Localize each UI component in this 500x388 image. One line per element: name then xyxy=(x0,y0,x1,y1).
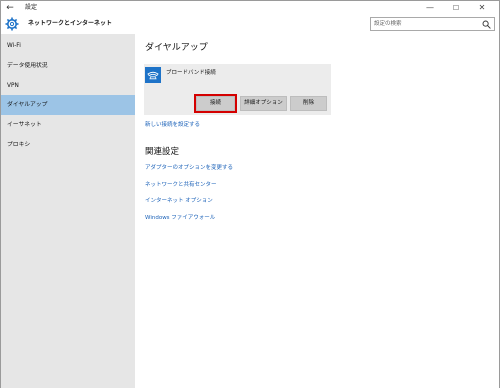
network-sharing-center-link[interactable]: ネットワークと共有センター xyxy=(145,181,217,189)
connection-name: ブロードバンド接続 xyxy=(166,70,216,76)
page-title: ネットワークとインターネット xyxy=(28,20,113,27)
dialup-heading: ダイヤルアップ xyxy=(145,43,208,53)
close-button[interactable]: ✕ xyxy=(469,1,495,15)
sidebar: Wi-Fi データ使用状況 VPN ダイヤルアップ イーサネット プロキシ xyxy=(1,34,135,388)
gear-icon xyxy=(5,17,19,31)
title-bar: ← 設定 — ☐ ✕ xyxy=(1,1,499,15)
adapter-options-link[interactable]: アダプターのオプションを変更する xyxy=(145,164,233,172)
connect-button[interactable]: 接続 xyxy=(194,94,237,113)
sidebar-item-wifi[interactable]: Wi-Fi xyxy=(1,36,135,56)
advanced-options-button[interactable]: 詳細オプション xyxy=(240,96,287,111)
internet-options-link[interactable]: インターネット オプション xyxy=(145,197,213,205)
window-title: 設定 xyxy=(25,4,38,11)
search-input[interactable] xyxy=(374,18,478,30)
sidebar-item-proxy[interactable]: プロキシ xyxy=(1,135,135,155)
sidebar-item-vpn[interactable]: VPN xyxy=(1,76,135,96)
windows-firewall-link[interactable]: Windows ファイアウォール xyxy=(145,214,215,222)
dialup-phone-icon xyxy=(145,67,161,83)
back-arrow-icon[interactable]: ← xyxy=(3,1,17,15)
header: ネットワークとインターネット xyxy=(1,15,499,33)
delete-button[interactable]: 削除 xyxy=(290,96,327,111)
related-settings-heading: 関連設定 xyxy=(145,147,180,157)
search-icon xyxy=(482,20,491,29)
sidebar-item-dialup[interactable]: ダイヤルアップ xyxy=(1,95,135,115)
sidebar-item-ethernet[interactable]: イーサネット xyxy=(1,115,135,135)
settings-window: ← 設定 — ☐ ✕ ネットワークとインターネット 設定の検索 Wi-Fi デー… xyxy=(0,0,500,388)
maximize-button[interactable]: ☐ xyxy=(443,1,469,15)
minimize-button[interactable]: — xyxy=(417,1,443,15)
sidebar-item-data-usage[interactable]: データ使用状況 xyxy=(1,56,135,76)
new-connection-link[interactable]: 新しい接続を設定する xyxy=(145,121,200,129)
search-box[interactable] xyxy=(370,17,495,31)
main-content: ダイヤルアップ ブロードバンド接続 接続 詳細オプション 削除 新しい接続を設定… xyxy=(135,34,499,388)
